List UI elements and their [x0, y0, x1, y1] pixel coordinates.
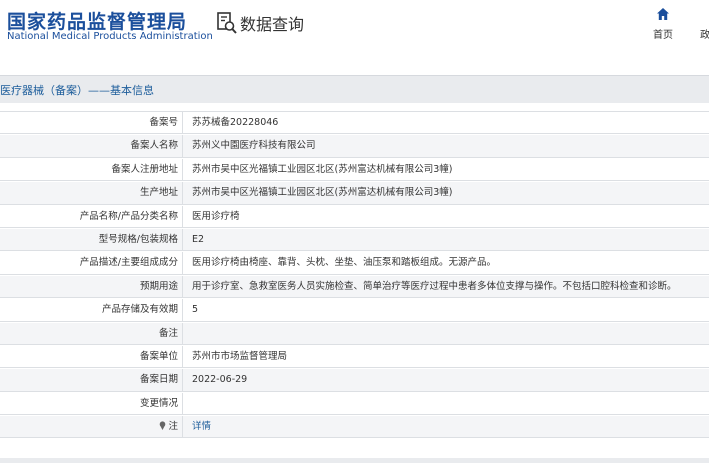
row-value: 苏州义中園医疗科技有限公司 — [192, 140, 316, 152]
row-label: 产品名称/产品分类名称 — [0, 205, 183, 227]
footer-strip — [0, 458, 709, 463]
row-value — [183, 323, 709, 344]
table-row: 备案单位 苏州市市场监督管理局 — [0, 344, 709, 369]
detail-table: 备案号 苏苏械备20228046 备案人名称 苏州义中園医疗科技有限公司 备案人… — [0, 111, 709, 439]
table-row: 预期用途 用于诊疗室、急救室医务人员实施检查、简单治疗等医疗过程中患者多体位支撑… — [0, 274, 709, 299]
home-icon — [657, 8, 669, 20]
data-query-label: 数据查询 — [240, 15, 305, 34]
row-value: 医用诊疗椅由椅座、靠背、头枕、坐垫、油压泵和踏板组成。无源产品。 — [192, 257, 497, 269]
row-label: 备案日期 — [0, 369, 183, 391]
data-query-link[interactable]: 数据查询 — [217, 12, 304, 34]
home-nav-item[interactable]: 首页 — [648, 7, 678, 41]
pin-icon — [160, 421, 166, 431]
table-row-note: 注 详情 — [0, 415, 709, 439]
row-value: E2 — [192, 233, 205, 245]
table-row: 产品存储及有效期 5 — [0, 298, 709, 322]
section-title: 医疗器械（备案）——基本信息 — [0, 84, 154, 97]
row-value: 苏州市市场监督管理局 — [192, 350, 288, 362]
row-label: 变更情况 — [0, 392, 183, 415]
note-value-cell: 详情 — [183, 416, 709, 437]
row-value — [183, 393, 709, 414]
row-label: 备注 — [0, 322, 183, 344]
table-row: 产品描述/主要组成成分 医用诊疗椅由椅座、靠背、头枕、坐垫、油压泵和踏板组成。无… — [0, 251, 709, 275]
row-label: 产品描述/主要组成成分 — [0, 252, 183, 274]
section-title-bar: 医疗器械（备案）——基本信息 — [0, 75, 709, 103]
row-value: 苏苏械备20228046 — [192, 117, 279, 128]
table-row: 备案人名称 苏州义中園医疗科技有限公司 — [0, 134, 709, 158]
row-value: 用于诊疗室、急救室医务人员实施检查、简单治疗等医疗过程中患者多体位支撑与操作。不… — [192, 280, 677, 292]
site-header: 国家药品监督管理局 National Medical Products Admi… — [0, 0, 709, 60]
row-label: 备案人名称 — [0, 135, 183, 157]
row-label: 备案单位 — [0, 345, 183, 368]
search-document-icon — [217, 12, 237, 34]
row-value: 2022-06-29 — [192, 374, 248, 386]
table-row: 备注 — [0, 321, 709, 345]
nav-item-partial[interactable]: 政 — [700, 26, 709, 41]
home-label: 首页 — [653, 30, 673, 41]
row-value: 苏州市吴中区光福镇工业园区北区(苏州富达机械有限公司3幢) — [192, 187, 453, 199]
site-logo-subtitle: National Medical Products Administration — [7, 31, 213, 42]
row-value: 苏州市吴中区光福镇工业园区北区(苏州富达机械有限公司3幢) — [192, 163, 453, 175]
table-row: 变更情况 — [0, 391, 709, 416]
row-label: 备案号 — [0, 112, 183, 134]
note-label: 注 — [168, 421, 178, 433]
row-label: 型号规格/包装规格 — [0, 228, 183, 251]
table-row: 备案人注册地址 苏州市吴中区光福镇工业园区北区(苏州富达机械有限公司3幢) — [0, 157, 709, 182]
site-logo-title[interactable]: 国家药品监督管理局 — [7, 7, 187, 34]
row-label: 产品存储及有效期 — [0, 299, 183, 321]
table-row: 型号规格/包装规格 E2 — [0, 227, 709, 252]
table-row: 备案号 苏苏械备20228046 — [0, 111, 709, 135]
row-label: 备案人注册地址 — [0, 158, 183, 181]
row-value: 5 — [192, 304, 199, 316]
note-label-cell: 注 — [0, 416, 183, 438]
table-row: 产品名称/产品分类名称 医用诊疗椅 — [0, 204, 709, 228]
table-row: 生产地址 苏州市吴中区光福镇工业园区北区(苏州富达机械有限公司3幢) — [0, 181, 709, 205]
table-row: 备案日期 2022-06-29 — [0, 368, 709, 392]
row-value: 医用诊疗椅 — [192, 210, 240, 222]
row-label: 预期用途 — [0, 275, 183, 298]
row-label: 生产地址 — [0, 182, 183, 204]
details-link[interactable]: 详情 — [192, 421, 211, 432]
